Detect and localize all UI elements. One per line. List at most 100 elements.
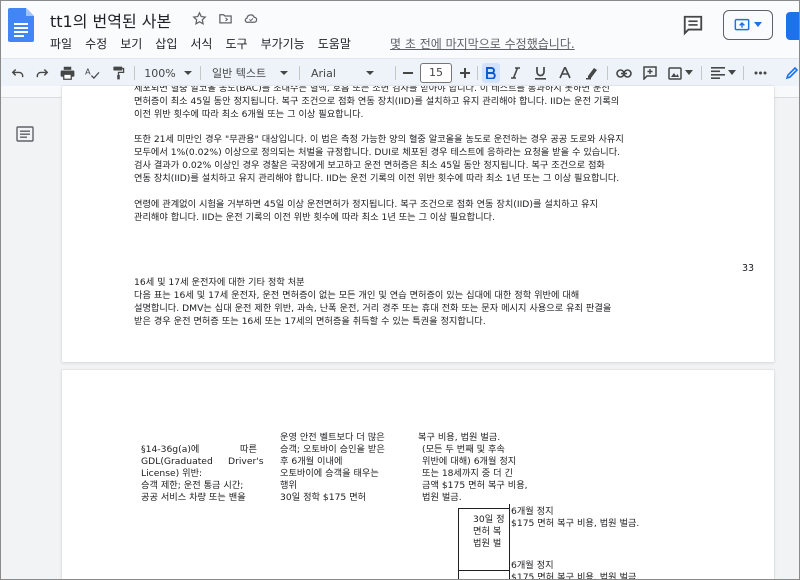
underline-icon[interactable] [532,63,548,83]
table-cell-text: 승객 제한; 운전 통금 시간; [141,480,244,491]
increase-font-icon[interactable] [457,63,473,83]
document-page[interactable]: §14-36g(a)에 따른 GDL(Graduated Driver's Li… [62,370,774,580]
document-outline-icon[interactable] [16,126,34,142]
table-cell-text: (모든 두 번째 및 후속 [422,444,505,455]
table-cell-text: 금액 $175 면허 복구 비용, [422,480,528,491]
table-cell-text: GDL(Graduated [141,456,213,467]
font-size-input[interactable]: 15 [420,63,452,83]
toolbar: A 100% 일반 텍스트 Arial 15 [0,58,800,86]
toolbar-divider [607,66,608,80]
text-color-icon[interactable] [557,63,573,83]
link-icon[interactable] [614,63,634,83]
cloud-status-icon[interactable] [242,9,260,27]
share-button[interactable] [723,10,773,40]
paragraph-style-value: 일반 텍스트 [212,67,267,80]
font-select[interactable]: Arial [311,63,391,83]
zoom-value: 100% [144,66,176,80]
bold-icon[interactable] [482,63,500,83]
table-cell-text: 30일 정 [473,514,505,525]
zoom-select[interactable]: 100% [144,63,192,83]
paragraph-line: 또한 21세 미만인 경우 "무관용" 대상입니다. 이 법은 측정 가능한 양… [134,134,624,145]
table-cell-text: 공공 서비스 차량 또는 밴을 [141,492,246,503]
svg-text:A: A [85,66,91,76]
insert-image-icon[interactable] [666,63,694,83]
toolbar-divider [743,66,744,80]
table-cell-text: 위반에 대해) 6개월 정지 [422,456,517,467]
undo-icon[interactable] [10,63,26,83]
menu-edit[interactable]: 수정 [85,35,113,52]
menu-view[interactable]: 보기 [120,35,148,52]
toolbar-divider [200,66,201,80]
chevron-down-icon [280,71,289,75]
paragraph-style-select[interactable]: 일반 텍스트 [212,63,294,83]
table-cell-text: 또는 18세까지 중 더 긴 [422,468,513,479]
paragraph-line: 세포되면 혈중 알코올 농도(BAC)를 초대수는 혈액, 호흡 또는 소변 검… [134,86,610,94]
table-border [509,504,510,580]
paint-format-icon[interactable] [110,63,126,83]
paragraph-line: 이전 위반 횟수에 따라 최소 6개월 또는 그 이상 필요합니다. [134,109,364,120]
paragraph-line: 모두에서 1%(0.02%) 이상으로 정의되는 처벌을 규정합니다. DUI로… [134,147,621,158]
print-icon[interactable] [58,63,76,83]
table-cell-text: 복구 비용, 법원 벌금. [418,432,501,443]
menu-format[interactable]: 서식 [190,35,218,52]
toolbar-divider [134,66,135,80]
table-cell-text: 30일 정학 $175 면허 [280,492,367,503]
italic-icon[interactable] [507,63,523,83]
star-icon[interactable] [190,9,208,27]
menu-help[interactable]: 도움말 [318,35,357,52]
document-title[interactable]: tt1의 번역된 사본 [50,8,171,32]
google-docs-logo-icon[interactable] [8,8,34,42]
highlight-icon[interactable] [583,63,601,83]
table-cell-text: $175 면허 복구 비용, 법원 벌금. [511,572,640,580]
document-page[interactable]: 세포되면 혈중 알코올 농도(BAC)를 초대수는 혈액, 호흡 또는 소변 검… [62,86,774,362]
chevron-down-icon [365,71,374,75]
font-value: Arial [311,66,336,80]
table-cell-text: 6개월 정지 [511,506,554,517]
title-bar: tt1의 번역된 사본 파일 수정 보기 삽입 서식 도구 부가기능 도움말 몇… [0,0,800,58]
paragraph-line: 받은 경우 운전 면허증 또는 16세 또는 17세의 면허증을 취득할 수 있… [134,316,486,327]
more-options-icon[interactable] [752,63,768,83]
chevron-down-icon [727,70,736,75]
paragraph-line: 면허증이 최소 45일 동안 정지됩니다. 복구 조건으로 점화 연동 장치(I… [134,96,620,107]
comment-history-icon[interactable] [682,14,704,36]
chevron-down-icon [754,22,762,27]
menu-file[interactable]: 파일 [50,35,78,52]
paragraph-line: 연동 장치(IID)를 설치하고 유지 관리해야 합니다. IID는 운전 기록… [134,173,620,184]
spellcheck-icon[interactable]: A [83,63,101,83]
insert-comment-icon[interactable] [641,63,659,83]
table-border [458,508,510,509]
align-icon[interactable] [709,63,737,83]
decrease-font-icon[interactable] [400,63,416,83]
paragraph-line: 연령에 관계없이 시험을 거부하면 45일 이상 운전면허가 정지됩니다. 복구… [134,199,598,210]
chevron-down-icon [684,70,693,75]
table-cell-text: 따른 [240,444,257,455]
menu-tools[interactable]: 도구 [225,35,253,52]
paragraph-line: 다음 표는 16세 및 17세 운전자, 운전 면허증이 없는 모든 개인 및 … [134,290,580,301]
toolbar-divider [477,66,478,80]
chevron-down-icon [183,71,192,75]
paragraph-line: 검사 결과가 0.02% 이상인 경우 경찰은 국장에게 보고하고 운전 면허증… [134,160,605,171]
toolbar-divider [395,66,396,80]
table-cell-text: 면허 복 [473,526,502,537]
table-cell-text: 6개월 정지 [511,560,554,571]
table-cell-text: License) 위반: [141,468,203,479]
table-cell-text: 후 6개월 이내에 [280,456,343,467]
section-heading: 16세 및 17세 운전자에 대한 기타 정학 처분 [134,277,305,288]
table-cell-text: Driver's [228,456,264,467]
toolbar-divider [701,66,702,80]
table-cell-text: 법원 벌금. [422,492,462,503]
menu-insert[interactable]: 삽입 [155,35,183,52]
move-folder-icon[interactable] [216,9,234,27]
table-cell-text: §14-36g(a)에 [141,444,200,455]
page-number: 33 [742,263,755,274]
redo-icon[interactable] [34,63,50,83]
table-cell-text: 운영 안전 벨트보다 더 많은 [280,432,385,443]
avatar[interactable] [786,12,800,40]
menu-addons[interactable]: 부가기능 [261,35,311,52]
edit-mode-icon[interactable] [783,63,800,83]
paragraph-line: 설명합니다. DMV는 십대 운전 제한 위반, 과속, 난폭 운전, 거리 경… [134,303,612,314]
toolbar-divider [299,66,300,80]
present-icon [734,18,750,31]
table-cell-text: 행위 [280,480,297,491]
last-edit-link[interactable]: 몇 초 전에 마지막으로 수정했습니다. [390,35,575,52]
